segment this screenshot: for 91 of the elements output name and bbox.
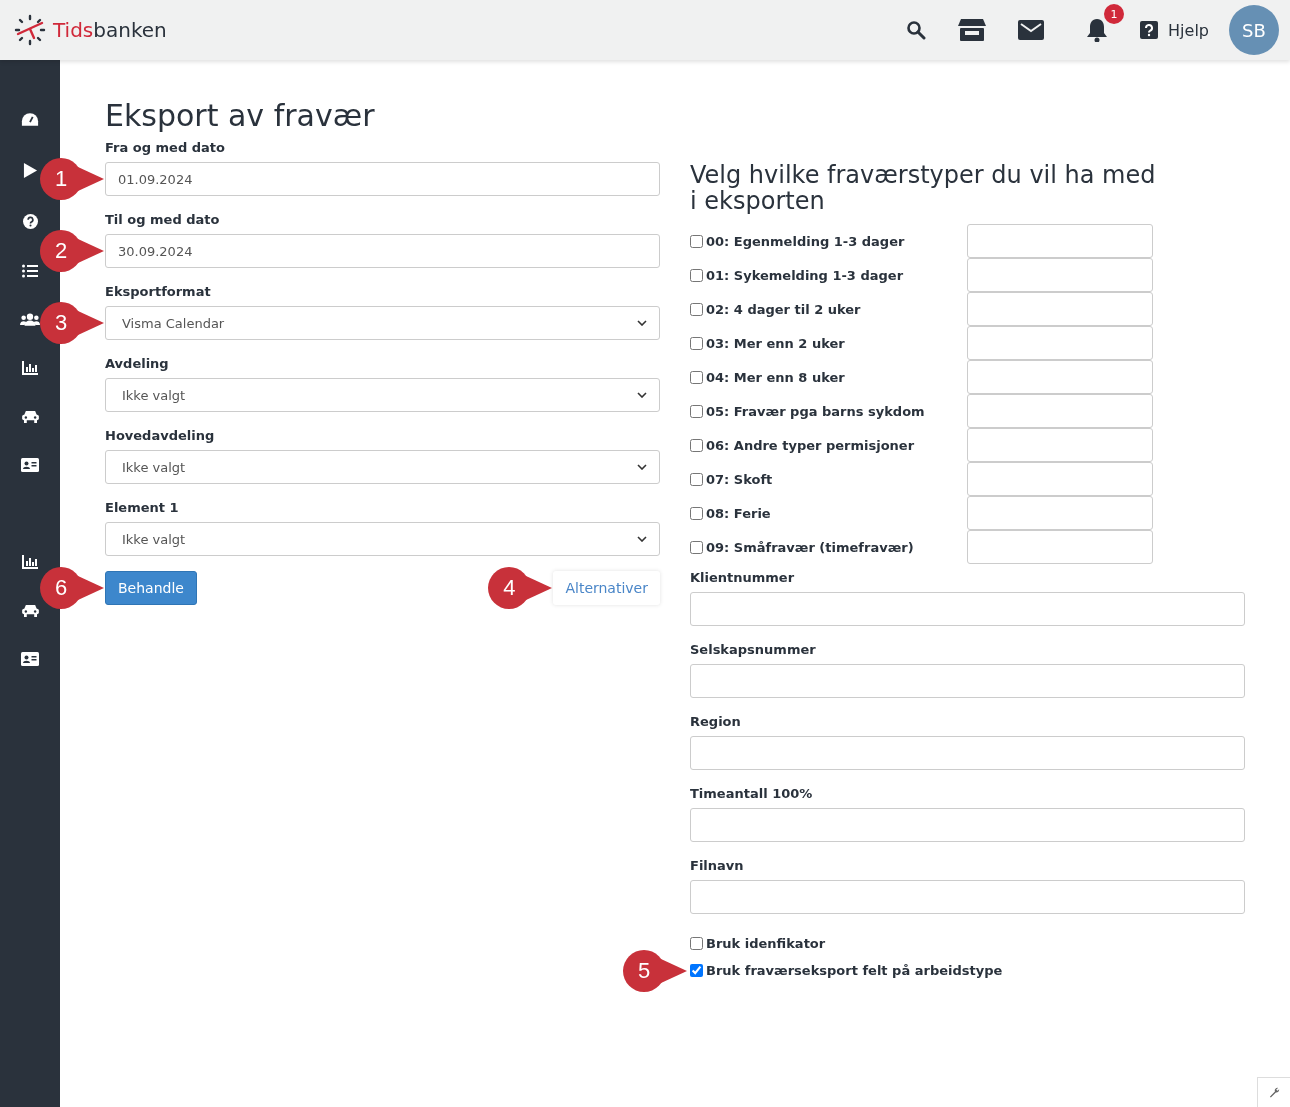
checkbox-label: 03: Mer enn 2 uker xyxy=(706,335,845,351)
text-input[interactable] xyxy=(967,462,1153,496)
checkbox[interactable] xyxy=(690,540,703,554)
field-label: Avdeling xyxy=(105,356,170,371)
text-input[interactable] xyxy=(690,592,1245,626)
text-input[interactable] xyxy=(967,224,1153,258)
checkbox[interactable] xyxy=(690,937,703,950)
checkbox-label: 00: Egenmelding 1-3 dager xyxy=(706,233,905,249)
page-title: Eksport av fravær xyxy=(105,98,376,134)
text-input[interactable] xyxy=(967,394,1153,428)
checkbox[interactable] xyxy=(690,370,703,384)
help-link[interactable]: Hjelp xyxy=(1168,20,1209,40)
text-input[interactable] xyxy=(967,258,1153,292)
checkbox-label: 01: Sykemelding 1-3 dager xyxy=(706,267,904,283)
checkbox[interactable] xyxy=(690,336,703,350)
id-card-icon[interactable] xyxy=(21,458,39,472)
field-label: Timeantall 100% xyxy=(690,786,814,801)
help-circle-icon[interactable] xyxy=(22,214,38,229)
step-callout: 3 xyxy=(40,302,104,344)
options-button[interactable]: Alternativer xyxy=(553,571,660,605)
text-input[interactable] xyxy=(690,664,1245,698)
checkbox-label: 08: Ferie xyxy=(706,505,771,521)
list-icon[interactable] xyxy=(22,264,38,278)
text-input[interactable] xyxy=(967,326,1153,360)
notification-count: 1 xyxy=(1104,4,1125,24)
text-input[interactable] xyxy=(967,496,1153,530)
text-input[interactable] xyxy=(690,880,1245,914)
checkbox-label: 04: Mer enn 8 uker xyxy=(706,369,845,385)
field-label: Element 1 xyxy=(105,500,180,515)
id-card-icon[interactable] xyxy=(21,652,39,666)
field-label: Region xyxy=(690,714,742,729)
chevron-down-icon xyxy=(637,536,647,542)
dropdown[interactable]: Ikke valgt xyxy=(105,378,660,412)
dropdown[interactable]: Ikke valgt xyxy=(105,450,660,484)
dropdown[interactable]: Visma Calendar xyxy=(105,306,660,340)
users-icon[interactable] xyxy=(20,313,40,326)
dropdown[interactable]: Ikke valgt xyxy=(105,522,660,556)
checkbox-label: 09: Småfravær (timefravær) xyxy=(706,539,914,555)
checkbox-label: 07: Skoft xyxy=(706,471,773,487)
text-input[interactable] xyxy=(967,360,1153,394)
text-input[interactable] xyxy=(967,292,1153,326)
checkbox-label: 02: 4 dager til 2 uker xyxy=(706,301,861,317)
chevron-down-icon xyxy=(637,464,647,470)
chevron-down-icon xyxy=(637,392,647,398)
checkbox-label: 06: Andre typer permisjoner xyxy=(706,437,915,453)
step-callout: 4 xyxy=(488,567,553,609)
field-label: Eksportformat xyxy=(105,284,212,299)
wrench-icon xyxy=(1268,1087,1280,1098)
field-label: Filnavn xyxy=(690,858,745,873)
section-heading: Velg hvilke fraværstyper du vil ha med i eksporten xyxy=(690,162,1157,214)
field-label: Selskapsnummer xyxy=(690,642,817,657)
dashboard-icon[interactable] xyxy=(21,112,39,127)
text-input[interactable] xyxy=(690,736,1245,770)
date-input[interactable]: 30.09.2024 xyxy=(105,234,660,268)
clock-logo-icon xyxy=(14,14,46,46)
step-callout: 1 xyxy=(40,158,104,200)
car-icon[interactable] xyxy=(21,410,39,423)
checkbox[interactable] xyxy=(690,506,703,520)
date-input[interactable]: 01.09.2024 xyxy=(105,162,660,196)
chevron-down-icon xyxy=(637,320,647,326)
checkbox[interactable] xyxy=(690,302,703,316)
text-input[interactable] xyxy=(690,808,1245,842)
bar-chart-icon[interactable] xyxy=(22,555,38,569)
brand-name[interactable]: Tidsbanken xyxy=(53,18,167,42)
field-label: Fra og med dato xyxy=(105,140,226,155)
search-icon[interactable] xyxy=(906,20,927,40)
checkbox[interactable] xyxy=(690,438,703,452)
car-icon[interactable] xyxy=(21,604,39,617)
play-icon[interactable] xyxy=(22,162,38,179)
bell-icon[interactable] xyxy=(1086,18,1109,42)
checkbox[interactable] xyxy=(690,268,703,282)
checkbox[interactable] xyxy=(690,404,703,418)
text-input[interactable] xyxy=(967,428,1153,462)
process-button[interactable]: Behandle xyxy=(105,571,197,605)
checkbox[interactable] xyxy=(690,234,703,248)
checkbox-label: Bruk fraværseksport felt på arbeidstype xyxy=(706,963,1003,978)
field-label: Klientnummer xyxy=(690,570,796,585)
checkbox[interactable] xyxy=(690,964,703,977)
checkbox-label: 05: Fravær pga barns sykdom xyxy=(706,403,925,419)
field-label: Til og med dato xyxy=(105,212,221,227)
envelope-icon[interactable] xyxy=(1018,20,1045,40)
text-input[interactable] xyxy=(967,530,1153,564)
help-icon[interactable] xyxy=(1140,21,1159,39)
bar-chart-icon[interactable] xyxy=(22,361,38,375)
step-callout: 2 xyxy=(40,230,104,272)
step-callout: 5 xyxy=(623,949,687,992)
store-icon[interactable] xyxy=(958,19,987,41)
field-label: Hovedavdeling xyxy=(105,428,216,443)
checkbox[interactable] xyxy=(690,472,703,486)
step-callout: 6 xyxy=(40,567,104,609)
checkbox-label: Bruk idenfikator xyxy=(706,936,826,951)
